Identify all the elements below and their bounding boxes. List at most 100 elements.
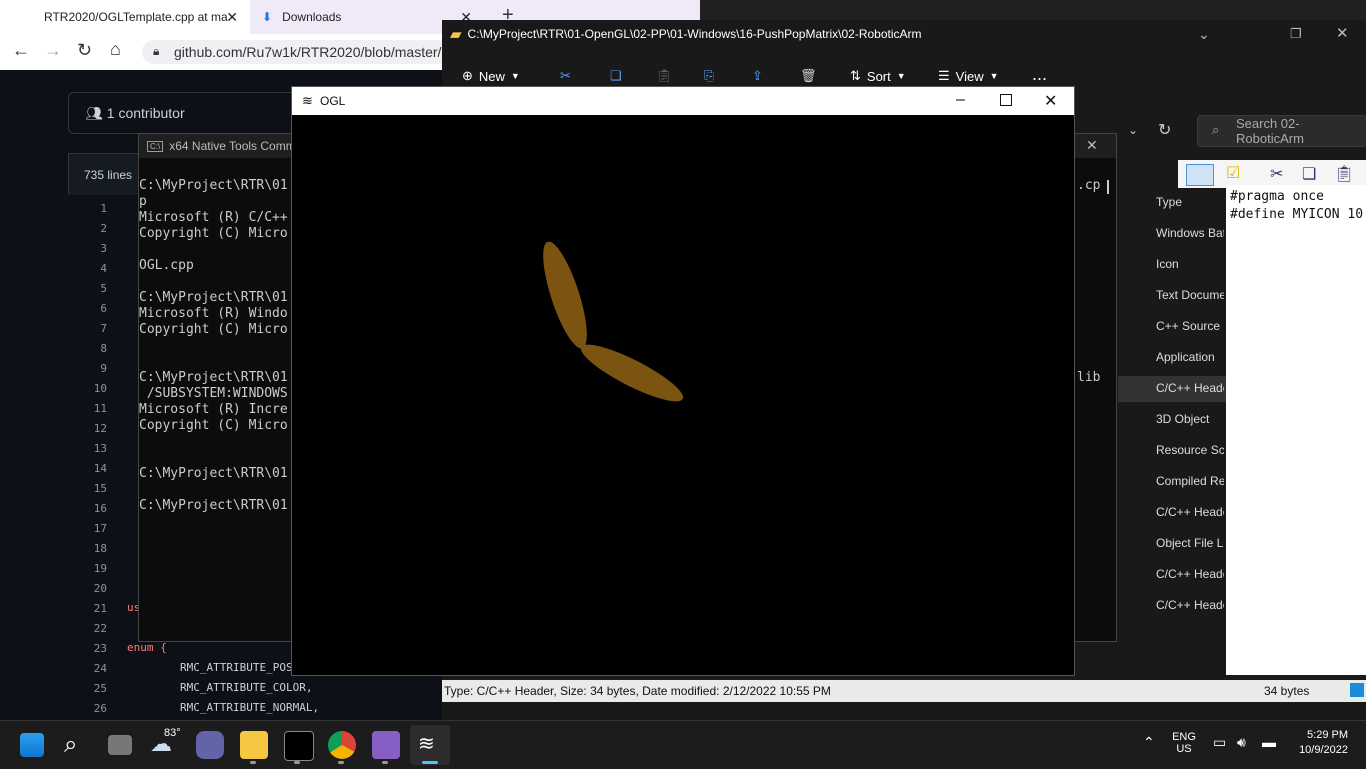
sort-label: Sort: [866, 68, 891, 84]
running-indicator: [294, 761, 300, 764]
type-cell[interactable]: Object File Library: [1156, 536, 1224, 550]
type-cell[interactable]: Compiled Resource: [1156, 474, 1224, 488]
details-view-icon[interactable]: [1350, 683, 1364, 697]
line-number[interactable]: 5: [67, 282, 107, 295]
paste-icon[interactable]: 📋︎: [1334, 164, 1354, 184]
chrome-icon[interactable]: [328, 731, 356, 759]
language-indicator[interactable]: ENG US: [1170, 731, 1198, 755]
file-explorer-icon[interactable]: [240, 731, 268, 759]
line-number[interactable]: 24: [67, 662, 107, 675]
type-cell[interactable]: Text Document: [1156, 288, 1224, 302]
line-number[interactable]: 14: [67, 462, 107, 475]
line-number[interactable]: 11: [67, 402, 107, 415]
type-cell[interactable]: C/C++ Header: [1156, 567, 1224, 581]
visual-studio-icon[interactable]: [372, 731, 400, 759]
plus-icon: ⊕: [462, 68, 473, 83]
line-number[interactable]: 26: [67, 702, 107, 715]
type-cell[interactable]: Windows Batch File: [1156, 226, 1224, 240]
line-number[interactable]: 19: [67, 562, 107, 575]
running-indicator: [338, 761, 344, 764]
line-number[interactable]: 22: [67, 622, 107, 635]
maximize-icon[interactable]: ❐: [1290, 26, 1302, 42]
home-icon[interactable]: ⌂: [110, 39, 121, 60]
line-number[interactable]: 12: [67, 422, 107, 435]
line-number[interactable]: 16: [67, 502, 107, 515]
minimize-icon[interactable]: –: [956, 91, 965, 109]
type-cell[interactable]: C++ Source: [1156, 319, 1224, 333]
view-button[interactable]: ☰ View ▼: [938, 68, 999, 84]
type-cell[interactable]: 3D Object: [1156, 412, 1224, 426]
sort-button[interactable]: ⇅ Sort ▼: [850, 68, 906, 84]
ogl-app-taskbar-item[interactable]: ≋: [410, 725, 450, 765]
terminal-icon[interactable]: [284, 731, 314, 761]
network-icon[interactable]: ▭: [1213, 734, 1226, 751]
line-number[interactable]: 17: [67, 522, 107, 535]
maximize-icon[interactable]: [1000, 94, 1012, 106]
line-number[interactable]: 8: [67, 342, 107, 355]
close-icon[interactable]: ✕: [1086, 137, 1098, 154]
rename-icon[interactable]: ⎘: [704, 68, 714, 84]
search-input[interactable]: ⌕ Search 02-RoboticArm: [1197, 115, 1366, 147]
type-column-header[interactable]: Type: [1156, 195, 1182, 209]
code-line: enum {: [127, 641, 167, 654]
select-icon[interactable]: ☑: [1226, 163, 1240, 183]
status-text: Type: C/C++ Header, Size: 34 bytes, Date…: [444, 684, 831, 698]
terminal-line: C:\MyProject\RTR\01: [139, 498, 288, 513]
type-cell[interactable]: Application: [1156, 350, 1224, 364]
line-number[interactable]: 2: [67, 222, 107, 235]
chevron-up-icon[interactable]: ⌃: [1143, 734, 1155, 751]
close-icon[interactable]: ✕: [1044, 91, 1057, 111]
teams-chat-icon[interactable]: [196, 731, 224, 759]
tab-downloads[interactable]: ⬇ Downloads ✕: [250, 0, 472, 34]
terminal-line: Copyright (C) Micro: [139, 418, 288, 433]
type-cell[interactable]: C/C++ Header: [1156, 598, 1224, 612]
close-icon[interactable]: ✕: [226, 9, 238, 26]
search-icon[interactable]: ⌕: [64, 731, 92, 759]
tab-ogltemplate[interactable]: RTR2020/OGLTemplate.cpp at ma ✕: [0, 0, 250, 34]
line-number[interactable]: 15: [67, 482, 107, 495]
line-number[interactable]: 6: [67, 302, 107, 315]
line-number[interactable]: 18: [67, 542, 107, 555]
line-number[interactable]: 21: [67, 602, 107, 615]
preview-pane-icon[interactable]: [1186, 164, 1214, 186]
copy-icon[interactable]: ❏: [610, 68, 622, 84]
tab-label: Downloads: [282, 10, 342, 24]
cut-icon[interactable]: ✂: [1270, 164, 1283, 184]
explorer-path: C:\MyProject\RTR\01-OpenGL\02-PP\01-Wind…: [467, 27, 922, 41]
text-cursor: [1107, 180, 1109, 194]
chevron-down-icon[interactable]: ⌄: [1128, 123, 1138, 137]
forward-icon[interactable]: →: [44, 40, 62, 61]
type-cell[interactable]: C/C++ Header: [1156, 505, 1224, 519]
line-number[interactable]: 10: [67, 382, 107, 395]
cut-icon[interactable]: ✂: [560, 68, 571, 84]
delete-icon[interactable]: 🗑︎: [800, 68, 817, 84]
more-button[interactable]: ...: [1032, 64, 1047, 85]
line-number[interactable]: 7: [67, 322, 107, 335]
volume-icon[interactable]: 🔊︎: [1237, 734, 1246, 751]
task-view-icon[interactable]: [108, 735, 132, 755]
copy-icon[interactable]: ❏: [1302, 164, 1316, 184]
line-number[interactable]: 20: [67, 582, 107, 595]
close-icon[interactable]: ✕: [1336, 24, 1349, 42]
minimize-icon[interactable]: ⌄: [1198, 26, 1210, 43]
line-number[interactable]: 9: [67, 362, 107, 375]
type-cell[interactable]: Resource Script: [1156, 443, 1224, 457]
line-number[interactable]: 25: [67, 682, 107, 695]
battery-icon[interactable]: ▬: [1262, 734, 1276, 750]
clock[interactable]: 5:29 PM 10/9/2022: [1284, 729, 1348, 756]
type-cell[interactable]: Icon: [1156, 257, 1224, 271]
refresh-icon[interactable]: ↻: [1158, 120, 1171, 140]
windows-start-icon[interactable]: [20, 733, 44, 757]
line-number[interactable]: 3: [67, 242, 107, 255]
line-number[interactable]: 23: [67, 642, 107, 655]
line-number[interactable]: 4: [67, 262, 107, 275]
share-icon[interactable]: ⇪: [752, 68, 763, 84]
paste-icon[interactable]: 📋︎: [656, 68, 673, 84]
code-line: RMC_ATTRIBUTE_COLOR,: [180, 681, 313, 694]
type-cell[interactable]: C/C++ Header: [1156, 381, 1224, 395]
new-button[interactable]: ⊕ New ▼: [462, 68, 520, 84]
line-number[interactable]: 1: [67, 202, 107, 215]
reload-icon[interactable]: ↻: [77, 40, 92, 61]
line-number[interactable]: 13: [67, 442, 107, 455]
back-icon[interactable]: ←: [12, 40, 30, 61]
